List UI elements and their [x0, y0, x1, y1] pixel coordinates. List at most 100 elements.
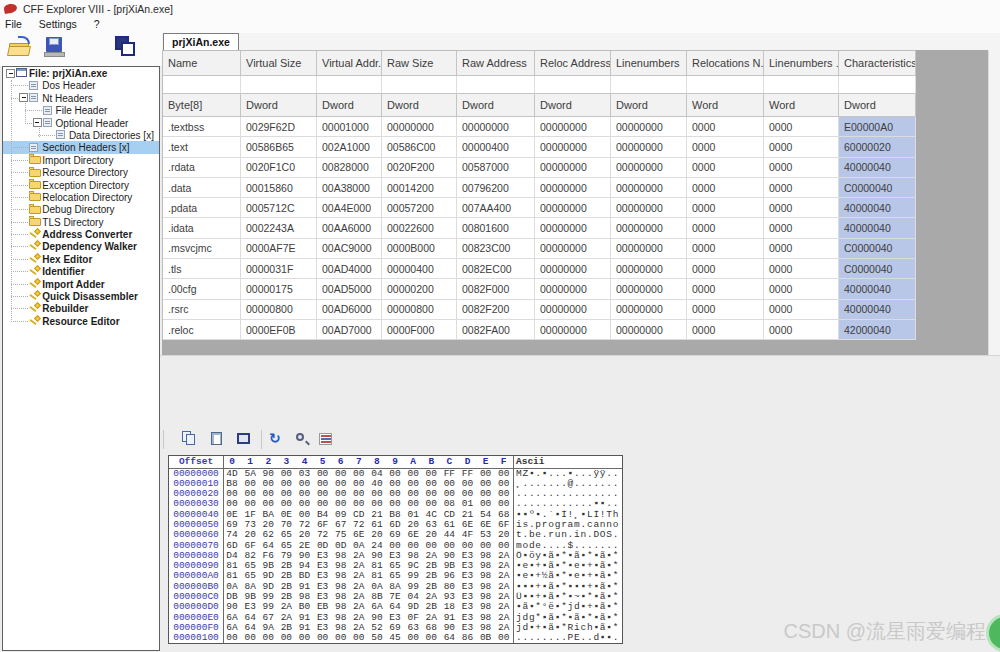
tree-item-import-adder[interactable]: Import Adder [3, 278, 159, 290]
cell[interactable]: 00000000 [611, 117, 687, 137]
cell[interactable]: 0000 [764, 300, 839, 320]
cell[interactable]: 0082F200 [457, 300, 535, 320]
undo-icon[interactable]: ↻ [269, 431, 287, 448]
cell[interactable]: Byte[8] [163, 94, 241, 117]
cell[interactable]: 00828000 [317, 158, 382, 178]
cell[interactable]: 0000 [687, 320, 764, 340]
cell[interactable]: 0082FA00 [457, 320, 535, 340]
cell[interactable]: Dword [535, 94, 611, 117]
cell[interactable]: 0002243A [241, 218, 317, 238]
cell[interactable]: .data [163, 178, 241, 198]
cell[interactable]: 00AA6000 [317, 218, 382, 238]
cell[interactable]: 00000000 [535, 117, 611, 137]
cell[interactable]: 0000031F [241, 259, 317, 279]
cell[interactable]: 00AD7000 [317, 320, 382, 340]
cell[interactable]: 00000800 [241, 300, 317, 320]
cell[interactable]: C0000040 [839, 259, 916, 279]
column-header[interactable]: Reloc Address [535, 51, 611, 76]
tree-item-data-directories-x[interactable]: Data Directories [x] [3, 129, 159, 141]
cell[interactable]: Dword [241, 94, 317, 117]
cell[interactable]: 00000000 [611, 158, 687, 178]
cell[interactable]: 00000000 [611, 259, 687, 279]
cell[interactable]: .rdata [163, 158, 241, 178]
cell[interactable]: 0000 [764, 117, 839, 137]
cell[interactable]: .idata [163, 218, 241, 238]
tree-item-file-prjxian-exe[interactable]: File: prjXiAn.exe [3, 67, 159, 79]
tree-item-resource-directory[interactable]: Resource Directory [3, 166, 159, 178]
cell[interactable]: Dword [839, 94, 916, 117]
cell[interactable]: 0020F200 [382, 158, 457, 178]
tree-item-file-header[interactable]: File Header [3, 104, 159, 116]
cell[interactable]: 0000 [764, 178, 839, 198]
cell[interactable]: 0000 [687, 137, 764, 157]
menu-settings[interactable]: Settings [32, 17, 84, 31]
cell[interactable]: 0000 [764, 279, 839, 299]
save-file-icon[interactable] [44, 35, 68, 59]
cell[interactable]: 00000000 [611, 218, 687, 238]
vertical-scrollbar[interactable] [988, 50, 1000, 355]
cell[interactable]: .rsrc [163, 300, 241, 320]
tree-item-hex-editor[interactable]: Hex Editor [3, 253, 159, 265]
cell[interactable]: .tls [163, 259, 241, 279]
cell[interactable]: 002A1000 [317, 137, 382, 157]
cell[interactable]: 00022600 [382, 218, 457, 238]
cell[interactable]: 00000800 [382, 300, 457, 320]
cell[interactable]: 0000B000 [382, 239, 457, 259]
cell[interactable]: .00cfg [163, 279, 241, 299]
tree-item-debug-directory[interactable]: Debug Directory [3, 203, 159, 215]
cell[interactable]: 00AD5000 [317, 279, 382, 299]
cell[interactable]: 00000000 [535, 137, 611, 157]
tree-item-tls-directory[interactable]: TLS Directory [3, 216, 159, 228]
cell[interactable]: 0082F000 [457, 279, 535, 299]
cell[interactable]: 00A4E000 [317, 198, 382, 218]
cell[interactable]: 00014200 [382, 178, 457, 198]
cell[interactable]: 0000 [687, 178, 764, 198]
tree-expander[interactable] [6, 69, 15, 78]
tree-expander[interactable] [33, 118, 42, 127]
cell[interactable]: Word [687, 94, 764, 117]
cell[interactable]: .text [163, 137, 241, 157]
cell[interactable]: 0000 [764, 259, 839, 279]
cell[interactable]: 40000040 [839, 158, 916, 178]
tree-item-identifier[interactable]: Identifier [3, 265, 159, 277]
menu-file[interactable]: File [0, 17, 29, 31]
cell[interactable]: .textbss [163, 117, 241, 137]
cell[interactable]: 00801600 [457, 218, 535, 238]
cell[interactable]: 0020F1C0 [241, 158, 317, 178]
cell[interactable]: 60000020 [839, 137, 916, 157]
cell[interactable]: 00AD4000 [317, 259, 382, 279]
fill-icon[interactable] [236, 431, 254, 448]
tree-item-exception-directory[interactable]: Exception Directory [3, 179, 159, 191]
cell[interactable]: 00000000 [535, 239, 611, 259]
copy-icon[interactable] [181, 431, 199, 448]
cell[interactable]: 00000000 [535, 300, 611, 320]
tree-item-quick-disassembler[interactable]: Quick Disassembler [3, 290, 159, 302]
paste-icon[interactable] [209, 431, 227, 448]
cell[interactable]: 00000200 [382, 279, 457, 299]
cell[interactable]: 0000 [764, 218, 839, 238]
tree-item-dos-header[interactable]: Dos Header [3, 79, 159, 91]
tree-item-rebuilder[interactable]: Rebuilder [3, 302, 159, 314]
cell[interactable]: 40000040 [839, 218, 916, 238]
cell[interactable]: C0000040 [839, 239, 916, 259]
cell[interactable]: 0000 [687, 198, 764, 218]
column-header[interactable]: Characteristics [839, 51, 916, 76]
cell[interactable]: 0000 [687, 239, 764, 259]
cell[interactable]: 0000 [764, 158, 839, 178]
cell[interactable]: 0000 [764, 239, 839, 259]
cell[interactable]: 42000040 [839, 320, 916, 340]
cell[interactable]: 00000000 [611, 178, 687, 198]
cell[interactable]: 007AA400 [457, 198, 535, 218]
column-header[interactable]: Name [163, 51, 241, 76]
cell[interactable]: 0000 [687, 158, 764, 178]
tree-item-section-headers-x[interactable]: Section Headers [x] [3, 141, 159, 153]
cell[interactable]: 00000000 [382, 117, 457, 137]
tree-item-dependency-walker[interactable]: Dependency Walker [3, 240, 159, 252]
column-header[interactable]: Virtual Addr... [317, 51, 382, 76]
cell[interactable]: 00000000 [611, 320, 687, 340]
cell[interactable]: 0029F62D [241, 117, 317, 137]
cell[interactable]: 00000000 [535, 320, 611, 340]
cell[interactable]: 00057200 [382, 198, 457, 218]
cell[interactable]: 40000040 [839, 198, 916, 218]
settings-grid-icon[interactable] [318, 431, 336, 448]
